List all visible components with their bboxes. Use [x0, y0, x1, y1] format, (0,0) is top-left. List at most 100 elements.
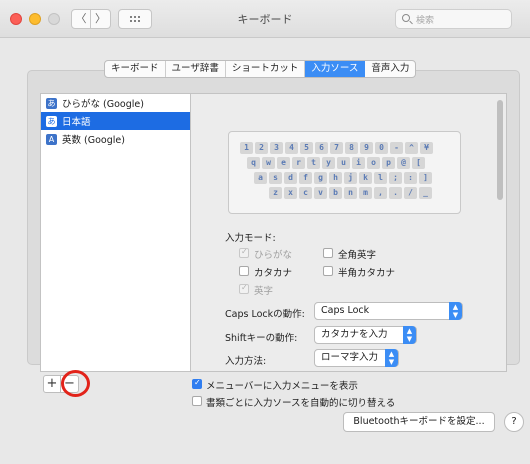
caps-lock-label: Caps Lockの動作: — [225, 309, 305, 320]
list-item-label: 日本語 — [62, 117, 91, 128]
keyboard-key: v — [314, 187, 327, 199]
keyboard-key: d — [284, 172, 297, 184]
keyboard-preview: 1 2 3 4 5 6 7 8 9 0- ^ ¥ q w e r t y u i o p @[ a s d f g h j k l;:] … — [228, 131, 461, 214]
keyboard-row: a s d f g h j k l;:] — [254, 172, 432, 184]
list-item[interactable]: A 英数 (Google) — [41, 130, 190, 148]
keyboard-key: j — [344, 172, 357, 184]
keyboard-row: q w e r t y u i o p @[ — [247, 157, 425, 169]
keyboard-key: i — [352, 157, 365, 169]
keyboard-key: 6 — [315, 142, 328, 154]
keyboard-key: p — [382, 157, 395, 169]
keyboard-key: x — [284, 187, 297, 199]
keyboard-key: b — [329, 187, 342, 199]
keyboard-key: u — [337, 157, 350, 169]
keyboard-key: m — [359, 187, 372, 199]
keyboard-key: g — [314, 172, 327, 184]
keyboard-key: a — [254, 172, 267, 184]
keyboard-key: [ — [412, 157, 425, 169]
keyboard-key: r — [292, 157, 305, 169]
keyboard-key: h — [329, 172, 342, 184]
keyboard-key: ¥ — [420, 142, 433, 154]
zenkaku-checkbox[interactable] — [323, 248, 333, 258]
chevron-updown-icon: ▲ ▼ — [449, 302, 462, 320]
list-item-label: 英数 (Google) — [62, 135, 125, 146]
katakana-label: カタカナ — [254, 268, 293, 279]
keyboard-key: n — [344, 187, 357, 199]
tab-dictation[interactable]: 音声入力 — [365, 61, 415, 77]
keyboard-key: 2 — [255, 142, 268, 154]
keyboard-key: 3 — [270, 142, 283, 154]
alphanumeric-icon: A — [46, 133, 57, 145]
list-item[interactable]: あ 日本語 — [41, 112, 190, 130]
keyboard-key: 5 — [300, 142, 313, 154]
auto-switch-label: 書類ごとに入力ソースを自動的に切り替える — [206, 398, 396, 409]
eisu-label: 英字 — [254, 286, 274, 297]
zenkaku-label: 全角英字 — [338, 250, 377, 261]
keyboard-row: 1 2 3 4 5 6 7 8 9 0- ^ ¥ — [240, 142, 433, 154]
tab-input-sources[interactable]: 入力ソース — [305, 61, 366, 77]
tab-keyboard[interactable]: キーボード — [105, 61, 166, 77]
shift-popup[interactable]: カタカナを入力 ▲ ▼ — [314, 326, 417, 344]
shift-value: カタカナを入力 — [321, 329, 388, 340]
hiragana-label: ひらがな — [254, 250, 293, 261]
keyboard-key: k — [359, 172, 372, 184]
tab-user-dictionary[interactable]: ユーザ辞書 — [166, 61, 226, 77]
tab-shortcuts[interactable]: ショートカット — [226, 61, 306, 77]
keyboard-key: l — [374, 172, 387, 184]
input-mode-heading: 入力モード: — [225, 233, 276, 244]
scrollbar-thumb[interactable] — [497, 100, 503, 200]
keyboard-row: z x c v b n m,. / _ — [269, 187, 432, 199]
keyboard-key: _ — [419, 187, 432, 199]
keyboard-key: @ — [397, 157, 410, 169]
keyboard-key: w — [262, 157, 275, 169]
keyboard-key: o — [367, 157, 380, 169]
remove-input-source-button[interactable]: − — [61, 375, 79, 393]
keyboard-key: 7 — [330, 142, 343, 154]
keyboard-key: 9 — [360, 142, 373, 154]
list-item-label: ひらがな (Google) — [62, 99, 144, 110]
eisu-checkbox — [239, 283, 249, 294]
input-method-label: 入力方法: — [225, 356, 267, 367]
caps-lock-value: Caps Lock — [321, 305, 370, 316]
add-input-source-button[interactable]: + — [43, 375, 61, 393]
keyboard-key: . — [389, 187, 402, 199]
keyboard-key: 4 — [285, 142, 298, 154]
keyboard-key: s — [269, 172, 282, 184]
caps-lock-popup[interactable]: Caps Lock ▲ ▼ — [314, 302, 463, 320]
keyboard-key: q — [247, 157, 260, 169]
search-field[interactable]: 検索 — [395, 9, 512, 29]
keyboard-key: 0 — [375, 142, 388, 154]
keyboard-key: f — [299, 172, 312, 184]
keyboard-key: c — [299, 187, 312, 199]
show-input-menu-label: メニューバーに入力メニューを表示 — [206, 381, 358, 392]
hankaku-katakana-label: 半角カタカナ — [338, 268, 396, 279]
input-source-list: あ ひらがな (Google) あ 日本語 A 英数 (Google) — [40, 93, 191, 372]
keyboard-key: ^ — [405, 142, 418, 154]
chevron-updown-icon: ▲ ▼ — [385, 349, 398, 367]
hiragana-icon: あ — [46, 115, 57, 127]
title-bar: 〈 〉 キーボード 検索 — [0, 0, 530, 38]
keyboard-key: ] — [419, 172, 432, 184]
keyboard-key: ; — [389, 172, 402, 184]
input-method-popup[interactable]: ローマ字入力 ▲ ▼ — [314, 349, 399, 367]
keyboard-key: : — [404, 172, 417, 184]
keyboard-key: y — [322, 157, 335, 169]
hankaku-katakana-checkbox[interactable] — [323, 266, 333, 276]
list-item[interactable]: あ ひらがな (Google) — [41, 94, 190, 112]
keyboard-key: t — [307, 157, 320, 169]
keyboard-key: 1 — [240, 142, 253, 154]
search-placeholder: 検索 — [416, 16, 435, 26]
katakana-checkbox[interactable] — [239, 266, 249, 276]
keyboard-key: / — [404, 187, 417, 199]
bluetooth-setup-button[interactable]: Bluetoothキーボードを設定... — [343, 412, 495, 432]
keyboard-key: e — [277, 157, 290, 169]
keyboard-key: 8 — [345, 142, 358, 154]
auto-switch-checkbox[interactable] — [192, 396, 202, 406]
help-button[interactable]: ? — [504, 412, 524, 432]
input-method-value: ローマ字入力 — [321, 352, 379, 363]
keyboard-key: - — [390, 142, 403, 154]
keyboard-key: z — [269, 187, 282, 199]
search-icon — [402, 14, 410, 22]
hiragana-checkbox — [239, 247, 249, 258]
show-input-menu-checkbox[interactable] — [192, 378, 202, 389]
